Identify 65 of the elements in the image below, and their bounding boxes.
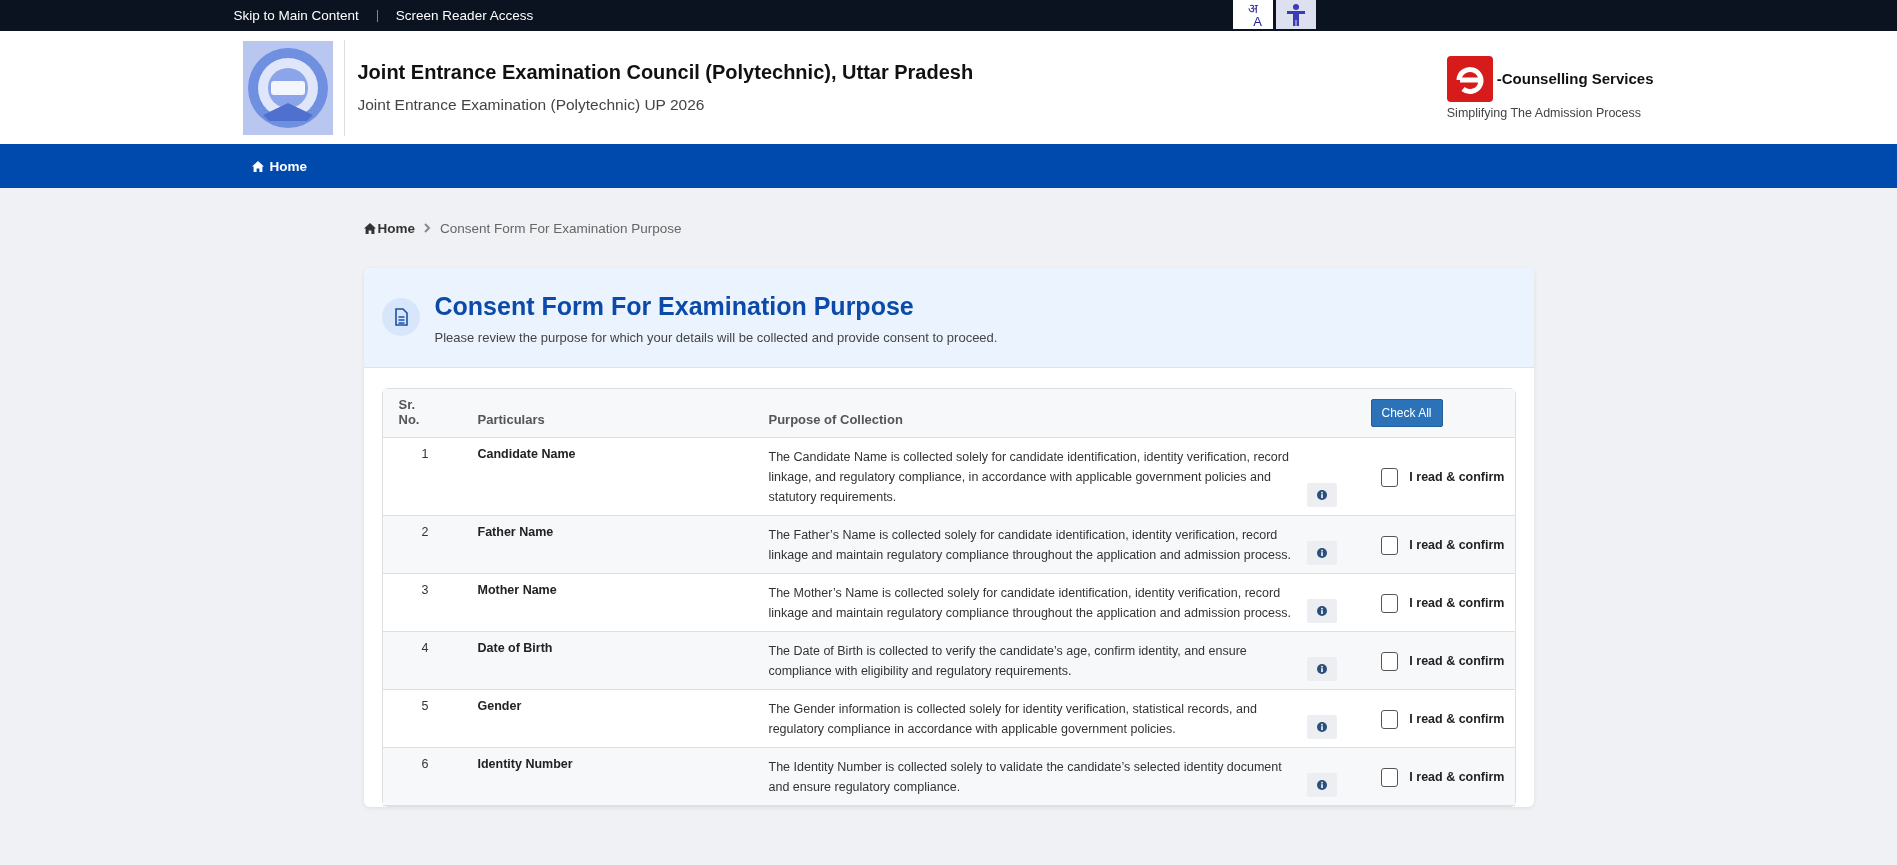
purpose-text: The Date of Birth is collected to verify the candidate’s age, confirm identity, and ensure compliance with eligibility and regulatory requirements.	[768, 643, 1248, 680]
site-subtitle: Joint Entrance Examination (Polytechnic) UP 2026	[357, 96, 706, 114]
purpose-text: The Identity Number is collected solely to validate the candidate’s selected identity document and ensure regulatory compliance.	[768, 759, 1283, 796]
confirm-label: I read & confirm	[1409, 596, 1505, 610]
site-title: Joint Entrance Examination Council (Polytechnic), Uttar Pradesh	[357, 61, 974, 84]
particular-name: Gender	[477, 699, 522, 713]
serial-number: 3	[421, 583, 429, 597]
info-icon	[1316, 780, 1327, 790]
confirm-label: I read & confirm	[1409, 770, 1505, 784]
top-link[interactable]: Skip to Main Content	[233, 8, 359, 23]
purpose-text: The Candidate Name is collected solely for candidate identification, identity verification, record linkage, and regulatory compliance, in accordance with applicable government policies and statutory requirements.	[768, 449, 1290, 506]
column-header: Particulars	[467, 389, 759, 438]
purpose-text: The Gender information is collected solely for identity verification, statistical records, and regulatory compliance in accordance with applicable government policies.	[768, 701, 1258, 738]
info-button[interactable]	[1306, 599, 1337, 623]
info-button[interactable]	[1306, 541, 1337, 565]
chevron-icon	[424, 223, 431, 233]
confirm-label: I read & confirm	[1409, 538, 1505, 552]
particular-name: Date of Birth	[477, 641, 553, 655]
brand-tagline: Simplifying The Admission Process	[1446, 105, 1642, 120]
brand-name: -Counselling Services	[1496, 70, 1654, 87]
confirm-checkbox[interactable]	[1380, 767, 1399, 787]
card-title: Consent Form For Examination Purpose	[434, 292, 915, 321]
serial-number: 2	[421, 525, 429, 539]
info-button[interactable]	[1306, 657, 1337, 681]
info-icon	[1316, 606, 1327, 616]
breadcrumb-current: Consent Form For Examination Purpose	[440, 220, 682, 236]
info-button[interactable]	[1306, 715, 1337, 739]
confirm-checkbox[interactable]	[1380, 593, 1399, 613]
info-button[interactable]	[1306, 773, 1337, 797]
confirm-label: I read & confirm	[1409, 470, 1505, 484]
serial-number: 4	[421, 641, 429, 655]
person-icon	[1284, 2, 1307, 27]
info-icon	[1316, 722, 1327, 732]
particular-name: Candidate Name	[477, 447, 576, 461]
info-icon	[1316, 548, 1327, 558]
purpose-text: The Father’s Name is collected solely for candidate identification, identity verification, record linkage and maintain regulatory compliance throughout the application and admission process.	[768, 527, 1293, 564]
confirm-checkbox[interactable]	[1380, 535, 1399, 555]
confirm-label: I read & confirm	[1409, 712, 1505, 726]
nav-home-link[interactable]: Home	[251, 158, 307, 174]
confirm-checkbox[interactable]	[1380, 651, 1399, 671]
check-all-button[interactable]: Check All	[1370, 399, 1443, 427]
purpose-text: The Mother’s Name is collected solely for candidate identification, identity verification, record linkage and maintain regulatory compliance throughout the application and admission process.	[768, 585, 1293, 622]
particular-name: Father Name	[477, 525, 554, 539]
info-icon	[1316, 664, 1327, 674]
info-button[interactable]	[1306, 483, 1337, 507]
home-icon	[363, 222, 376, 234]
info-icon	[1316, 490, 1327, 500]
top-link[interactable]: Screen Reader Access	[395, 8, 534, 23]
e-logo-icon	[1446, 55, 1493, 102]
confirm-label: I read & confirm	[1409, 654, 1505, 668]
confirm-checkbox[interactable]	[1380, 467, 1399, 487]
language-button[interactable]: अ A	[1232, 0, 1273, 29]
confirm-checkbox[interactable]	[1380, 709, 1399, 729]
document-icon	[381, 298, 420, 336]
card-description: Please review the purpose for which your details will be collected and provide consent to proceed.	[434, 330, 998, 345]
accessibility-button[interactable]	[1275, 0, 1316, 29]
serial-number: 1	[421, 447, 429, 461]
particular-name: Mother Name	[477, 583, 557, 597]
serial-number: 6	[421, 757, 429, 771]
column-header: Purpose of Collection	[758, 389, 1359, 438]
home-icon	[251, 160, 264, 172]
breadcrumb-home-link[interactable]: Home	[363, 220, 415, 236]
serial-number: 5	[421, 699, 429, 713]
column-header: Sr. No.	[382, 389, 468, 438]
particular-name: Identity Number	[477, 757, 573, 771]
